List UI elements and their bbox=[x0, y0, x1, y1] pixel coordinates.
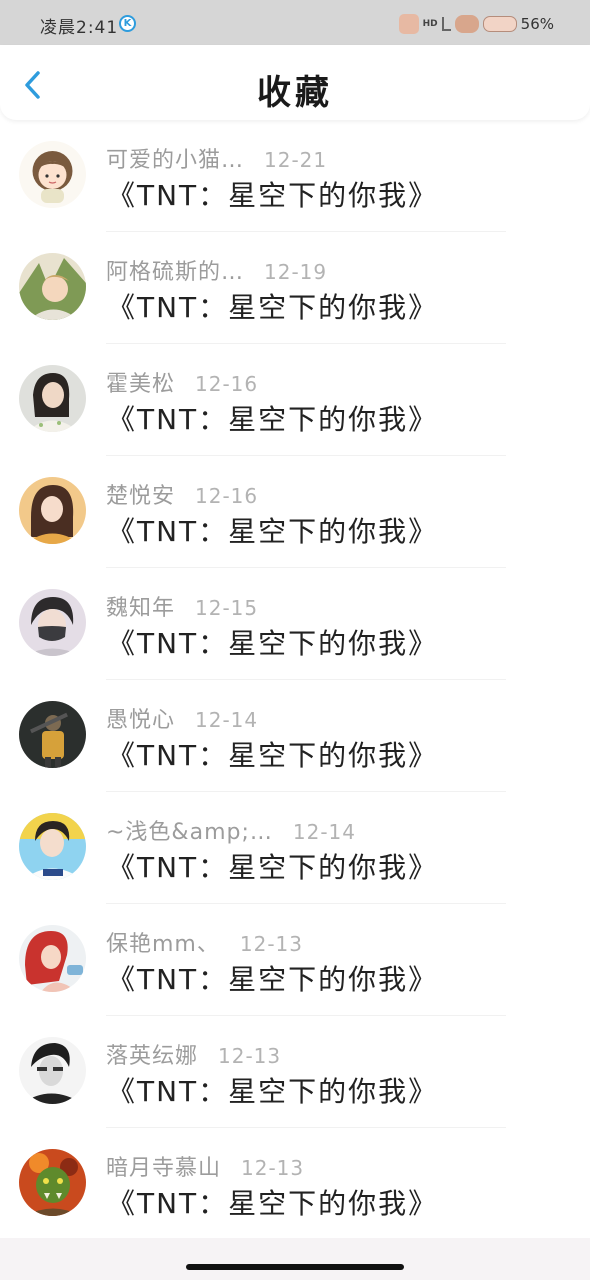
page-title: 收藏 bbox=[257, 73, 333, 113]
red-hair-girl-avatar[interactable] bbox=[19, 925, 86, 992]
girl-photo-avatar[interactable] bbox=[19, 477, 86, 544]
cartoon-girl-avatar[interactable] bbox=[19, 141, 86, 208]
battery-icon bbox=[482, 16, 517, 32]
item-date: 12-14 bbox=[292, 820, 357, 844]
item-title: 《TNT：星空下的你我》 bbox=[107, 179, 439, 212]
home-indicator[interactable] bbox=[186, 1264, 404, 1270]
status-indicators: HD 56% bbox=[398, 13, 554, 35]
list-item[interactable]: ~浅色&amp;… 12-14 《TNT：星空下的你我》 bbox=[0, 792, 590, 904]
item-date: 12-13 bbox=[218, 1044, 282, 1068]
k-badge-icon: K bbox=[119, 15, 136, 32]
list-item[interactable]: 阿格硫斯的… 12-19 《TNT：星空下的你我》 bbox=[0, 232, 590, 344]
signal-icon bbox=[441, 17, 451, 31]
favorites-list: 可爱的小猫… 12-21 《TNT：星空下的你我》 阿格硫斯的… 12-19 《… bbox=[0, 120, 590, 1240]
item-title: 《TNT：星空下的你我》 bbox=[107, 627, 439, 660]
list-item[interactable]: 楚悦安 12-16 《TNT：星空下的你我》 bbox=[0, 456, 590, 568]
item-date: 12-13 bbox=[241, 1156, 305, 1180]
user-name: 阿格硫斯的… bbox=[106, 260, 245, 285]
user-name: ~浅色&amp;… bbox=[106, 820, 273, 845]
user-name: 暗月寺慕山 bbox=[106, 1156, 222, 1181]
boy-photo-avatar[interactable] bbox=[19, 813, 86, 880]
list-item[interactable]: 可爱的小猫… 12-21 《TNT：星空下的你我》 bbox=[0, 120, 590, 232]
user-name: 可爱的小猫… bbox=[106, 148, 245, 173]
orc-warrior-avatar[interactable] bbox=[19, 1149, 86, 1216]
item-title: 《TNT：星空下的你我》 bbox=[107, 963, 439, 996]
game-character-avatar[interactable] bbox=[19, 701, 86, 768]
list-item[interactable]: 魏知年 12-15 《TNT：星空下的你我》 bbox=[0, 568, 590, 680]
list-item[interactable]: 落英纭娜 12-13 《TNT：星空下的你我》 bbox=[0, 1016, 590, 1128]
bottom-area bbox=[0, 1238, 590, 1280]
list-item[interactable]: 愚悦心 12-14 《TNT：星空下的你我》 bbox=[0, 680, 590, 792]
item-title: 《TNT：星空下的你我》 bbox=[107, 1187, 439, 1220]
header: 收藏 bbox=[0, 45, 590, 120]
item-title: 《TNT：星空下的你我》 bbox=[107, 739, 439, 772]
status-time: 凌晨2:41 bbox=[40, 18, 119, 38]
battery-percent: 56% bbox=[520, 15, 554, 33]
item-title: 《TNT：星空下的你我》 bbox=[107, 291, 439, 324]
user-name: 保艳mm、 bbox=[106, 932, 220, 957]
user-name: 楚悦安 bbox=[106, 484, 176, 509]
hd-icon: HD bbox=[422, 18, 438, 29]
cat-sticker-icon bbox=[454, 15, 479, 33]
item-date: 12-19 bbox=[264, 260, 328, 284]
girl-photo-avatar[interactable] bbox=[19, 365, 86, 432]
user-name: 落英纭娜 bbox=[106, 1044, 199, 1069]
item-date: 12-16 bbox=[195, 372, 259, 396]
user-name: 霍美松 bbox=[106, 372, 176, 397]
item-title: 《TNT：星空下的你我》 bbox=[107, 515, 439, 548]
user-name: 愚悦心 bbox=[106, 708, 176, 733]
list-item[interactable]: 暗月寺慕山 12-13 《TNT：星空下的你我》 bbox=[0, 1128, 590, 1240]
masked-boy-avatar[interactable] bbox=[19, 589, 86, 656]
status-bar: 凌晨2:41 K HD 56% bbox=[0, 0, 590, 45]
item-date: 12-16 bbox=[195, 484, 259, 508]
item-title: 《TNT：星空下的你我》 bbox=[107, 403, 439, 436]
item-date: 12-13 bbox=[239, 932, 303, 956]
item-title: 《TNT：星空下的你我》 bbox=[107, 851, 439, 884]
cat-sticker-icon bbox=[398, 14, 419, 34]
item-date: 12-15 bbox=[195, 596, 259, 620]
bw-portrait-avatar[interactable] bbox=[19, 1037, 86, 1104]
list-item[interactable]: 保艳mm、 12-13 《TNT：星空下的你我》 bbox=[0, 904, 590, 1016]
list-item[interactable]: 霍美松 12-16 《TNT：星空下的你我》 bbox=[0, 344, 590, 456]
anime-boy-avatar[interactable] bbox=[19, 253, 86, 320]
item-title: 《TNT：星空下的你我》 bbox=[107, 1075, 439, 1108]
item-date: 12-14 bbox=[195, 708, 259, 732]
user-name: 魏知年 bbox=[106, 596, 176, 621]
item-date: 12-21 bbox=[264, 148, 328, 172]
